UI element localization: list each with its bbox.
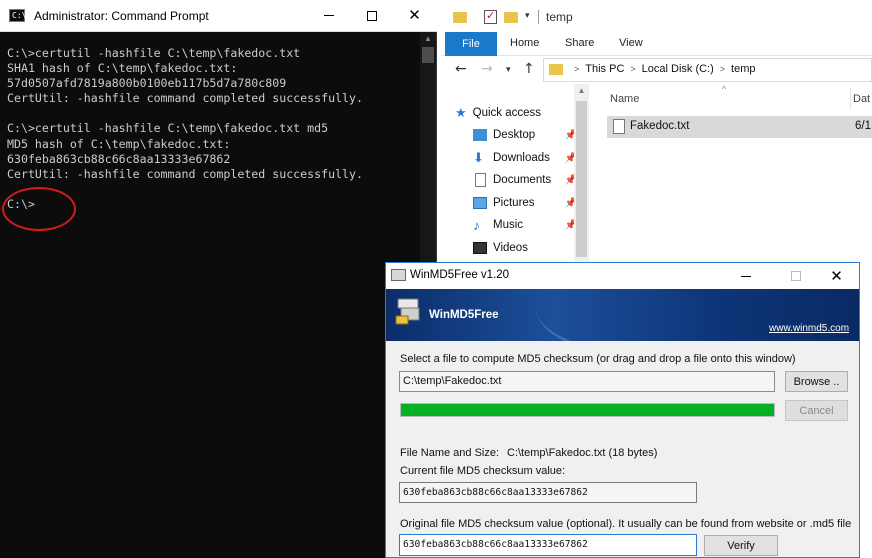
- videos-icon: [473, 242, 487, 254]
- breadcrumb-local-disk[interactable]: Local Disk (C:): [642, 63, 714, 75]
- maximize-icon: [366, 10, 377, 21]
- banner-website-link[interactable]: www.winmd5.com: [769, 323, 849, 334]
- sidebar-item-pictures[interactable]: Pictures 📌: [473, 192, 577, 214]
- sidebar-item-label: Videos: [493, 242, 528, 254]
- verify-button[interactable]: Verify: [704, 535, 778, 556]
- cmd-app-icon: C:\: [9, 9, 27, 22]
- customize-toolbar-icon[interactable]: ▾: [525, 10, 530, 21]
- cmd-titlebar[interactable]: C:\ Administrator: Command Prompt ✕: [0, 0, 437, 32]
- sidebar-item-videos[interactable]: Videos: [473, 237, 573, 259]
- column-header-date[interactable]: Dat: [853, 93, 870, 105]
- file-name[interactable]: Fakedoc.txt: [630, 120, 689, 132]
- close-icon: ✕: [408, 6, 421, 24]
- column-divider[interactable]: [850, 88, 851, 110]
- pictures-icon: [473, 197, 487, 209]
- md5-minimize-button[interactable]: [723, 263, 768, 289]
- banner-title: WinMD5Free: [429, 309, 499, 321]
- winmd5-logo-icon: [395, 298, 420, 325]
- sidebar-item-desktop[interactable]: Desktop 📌: [473, 124, 577, 146]
- tab-share[interactable]: Share: [565, 37, 594, 49]
- cmd-app-icon-text: C:\: [12, 11, 27, 20]
- sidebar-item-documents[interactable]: Documents 📌: [473, 169, 577, 191]
- download-icon: ⬇: [473, 150, 484, 165]
- file-date: 6/1: [855, 120, 871, 132]
- cmd-window: C:\ Administrator: Command Prompt ✕ C:\>…: [0, 0, 437, 558]
- ribbon-tabs: [441, 32, 872, 56]
- navigation-pane-scroll-thumb[interactable]: [576, 101, 587, 257]
- recent-locations-icon[interactable]: ▾: [506, 65, 511, 75]
- current-checksum-field[interactable]: 630feba863cb88c66c8aa13333e67862: [399, 482, 697, 503]
- text-file-icon: [613, 119, 625, 134]
- sidebar-item-downloads[interactable]: ⬇ Downloads 📌: [473, 147, 577, 169]
- md5-banner: WinMD5Free www.winmd5.com: [386, 289, 859, 341]
- star-icon: ★: [455, 105, 467, 120]
- sidebar-item-label: Documents: [493, 174, 552, 186]
- md5-app-icon: [391, 269, 406, 281]
- original-checksum-label: Original file MD5 checksum value (option…: [400, 518, 852, 530]
- select-file-label: Select a file to compute MD5 checksum (o…: [400, 353, 796, 365]
- new-folder-icon[interactable]: [504, 12, 518, 23]
- sidebar-item-label: Desktop: [493, 129, 536, 141]
- sort-ascending-icon: ^: [722, 84, 727, 94]
- breadcrumb[interactable]: > This PC > Local Disk (C:) > temp: [568, 63, 756, 75]
- file-name-size-value: C:\temp\Fakedoc.txt (18 bytes): [507, 447, 658, 459]
- titlebar-divider: [538, 10, 539, 24]
- cmd-window-title: Administrator: Command Prompt: [34, 9, 209, 23]
- minimize-icon: [740, 275, 751, 277]
- breadcrumb-temp[interactable]: temp: [731, 63, 755, 75]
- cmd-scroll-thumb[interactable]: [422, 47, 434, 63]
- md5-window-title: WinMD5Free v1.20: [410, 269, 510, 281]
- progress-bar: [400, 403, 775, 417]
- close-icon: ✕: [830, 266, 843, 285]
- maximize-icon: [790, 271, 801, 281]
- minimize-icon: [323, 15, 334, 16]
- tab-file[interactable]: File: [445, 32, 497, 56]
- cmd-maximize-button[interactable]: [349, 0, 394, 31]
- browse-button[interactable]: Browse ..: [785, 371, 848, 392]
- file-name-size-label: File Name and Size:: [400, 447, 500, 459]
- tab-view[interactable]: View: [619, 37, 643, 49]
- winmd5free-window: WinMD5Free v1.20 ✕ WinMD5Free www.winmd5…: [385, 262, 860, 558]
- properties-icon[interactable]: ✓: [484, 10, 497, 24]
- original-checksum-input[interactable]: 630feba863cb88c66c8aa13333e67862: [399, 534, 697, 556]
- documents-icon: [475, 173, 486, 187]
- cmd-scroll-up-icon[interactable]: ▲: [420, 32, 436, 46]
- breadcrumb-separator[interactable]: >: [720, 64, 725, 74]
- sidebar-item-label: Quick access: [472, 107, 542, 119]
- column-header-name[interactable]: Name: [610, 93, 639, 105]
- music-icon: ♪: [473, 217, 480, 233]
- sidebar-item-label: Pictures: [493, 197, 535, 209]
- prompt-highlight-circle: [2, 187, 76, 231]
- scroll-up-icon[interactable]: ▲: [574, 86, 589, 95]
- breadcrumb-separator[interactable]: >: [574, 64, 579, 74]
- tab-home[interactable]: Home: [510, 37, 539, 49]
- forward-arrow-icon[interactable]: →: [481, 61, 493, 77]
- back-arrow-icon[interactable]: ←: [455, 61, 467, 77]
- cmd-console-output[interactable]: C:\>certutil -hashfile C:\temp\fakedoc.t…: [7, 46, 419, 212]
- sidebar-item-label: Downloads: [493, 152, 550, 164]
- md5-maximize-button[interactable]: [773, 263, 818, 289]
- folder-icon[interactable]: [453, 12, 467, 23]
- cmd-minimize-button[interactable]: [306, 0, 351, 31]
- explorer-window-title: temp: [546, 10, 573, 24]
- current-checksum-label: Current file MD5 checksum value:: [400, 465, 566, 477]
- sidebar-item-label: Music: [493, 219, 524, 231]
- sidebar-item-music[interactable]: ♪ Music 📌: [473, 214, 577, 236]
- file-path-field[interactable]: C:\temp\Fakedoc.txt: [399, 371, 775, 392]
- md5-close-button[interactable]: ✕: [814, 263, 859, 289]
- address-folder-icon: [549, 64, 563, 75]
- sidebar-item-quick-access[interactable]: ★ Quick access: [455, 102, 575, 124]
- up-arrow-icon[interactable]: ↑: [523, 61, 535, 77]
- breadcrumb-this-pc[interactable]: This PC: [585, 63, 624, 75]
- cmd-close-button[interactable]: ✕: [392, 0, 437, 31]
- breadcrumb-separator[interactable]: >: [630, 64, 635, 74]
- cancel-button[interactable]: Cancel: [785, 400, 848, 421]
- desktop-icon: [473, 129, 487, 141]
